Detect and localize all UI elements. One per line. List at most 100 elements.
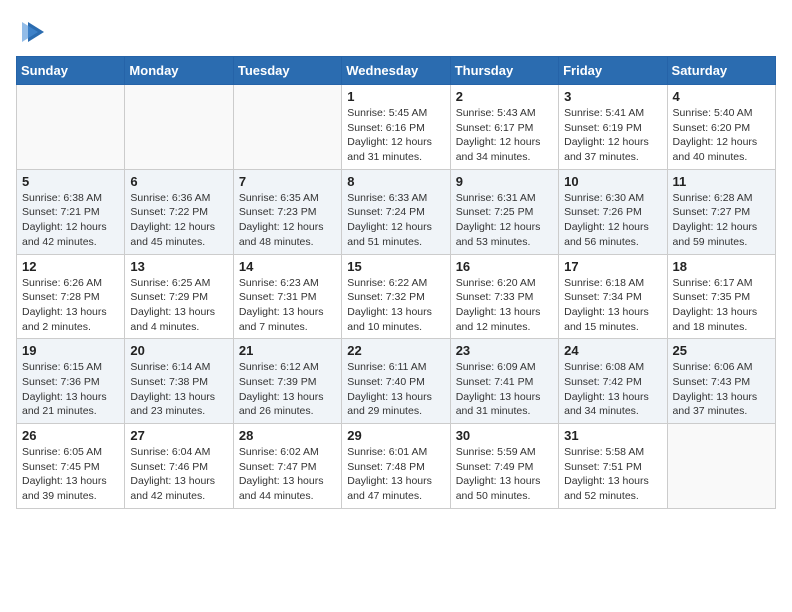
week-row-2: 5Sunrise: 6:38 AM Sunset: 7:21 PM Daylig… (17, 169, 776, 254)
day-cell: 2 Sunrise: 5:43 AM Sunset: 6:17 PM Daylig… (450, 85, 558, 170)
day-cell (667, 424, 775, 509)
day-number: 2 (456, 89, 553, 104)
week-row-3: 12 Sunrise: 6:26 AM Sunset: 7:28 PM Dayli… (17, 254, 776, 339)
weekday-header-wednesday: Wednesday (342, 57, 450, 85)
day-cell: 8 Sunrise: 6:33 AM Sunset: 7:24 PM Daylig… (342, 169, 450, 254)
day-number: 19 (22, 343, 119, 358)
weekday-header-saturday: Saturday (667, 57, 775, 85)
day-info: Sunrise: 6:15 AM Sunset: 7:36 PM Dayligh… (22, 360, 119, 419)
day-info: Sunrise: 6:23 AM Sunset: 7:31 PM Dayligh… (239, 276, 336, 335)
day-cell: 14 Sunrise: 6:23 AM Sunset: 7:31 PM Dayli… (233, 254, 341, 339)
week-row-5: 26 Sunrise: 6:05 AM Sunset: 7:45 PM Dayli… (17, 424, 776, 509)
day-number: 23 (456, 343, 553, 358)
day-info: Sunrise: 5:58 AM Sunset: 7:51 PM Dayligh… (564, 445, 661, 504)
day-cell: 20 Sunrise: 6:14 AM Sunset: 7:38 PM Dayli… (125, 339, 233, 424)
weekday-header-row: SundayMondayTuesdayWednesdayThursdayFrid… (17, 57, 776, 85)
day-number: 1 (347, 89, 444, 104)
day-cell: 7 Sunrise: 6:35 AM Sunset: 7:23 PM Daylig… (233, 169, 341, 254)
day-number: 25 (673, 343, 770, 358)
day-cell: 3 Sunrise: 5:41 AM Sunset: 6:19 PM Daylig… (559, 85, 667, 170)
day-number: 15 (347, 259, 444, 274)
day-cell: 10 Sunrise: 6:30 AM Sunset: 7:26 PM Dayli… (559, 169, 667, 254)
day-info: Sunrise: 6:26 AM Sunset: 7:28 PM Dayligh… (22, 276, 119, 335)
day-info: Sunrise: 6:22 AM Sunset: 7:32 PM Dayligh… (347, 276, 444, 335)
day-number: 4 (673, 89, 770, 104)
day-number: 20 (130, 343, 227, 358)
day-info: Sunrise: 6:31 AM Sunset: 7:25 PM Dayligh… (456, 191, 553, 250)
weekday-header-monday: Monday (125, 57, 233, 85)
day-cell: 31 Sunrise: 5:58 AM Sunset: 7:51 PM Dayli… (559, 424, 667, 509)
day-info: Sunrise: 6:01 AM Sunset: 7:48 PM Dayligh… (347, 445, 444, 504)
day-cell: 13 Sunrise: 6:25 AM Sunset: 7:29 PM Dayli… (125, 254, 233, 339)
week-row-1: 1Sunrise: 5:45 AM Sunset: 6:16 PM Daylig… (17, 85, 776, 170)
weekday-header-sunday: Sunday (17, 57, 125, 85)
day-info: Sunrise: 5:59 AM Sunset: 7:49 PM Dayligh… (456, 445, 553, 504)
day-number: 26 (22, 428, 119, 443)
day-cell (125, 85, 233, 170)
day-cell: 12 Sunrise: 6:26 AM Sunset: 7:28 PM Dayli… (17, 254, 125, 339)
day-info: Sunrise: 6:08 AM Sunset: 7:42 PM Dayligh… (564, 360, 661, 419)
day-info: Sunrise: 6:11 AM Sunset: 7:40 PM Dayligh… (347, 360, 444, 419)
day-number: 5 (22, 174, 119, 189)
day-cell: 15 Sunrise: 6:22 AM Sunset: 7:32 PM Dayli… (342, 254, 450, 339)
day-info: Sunrise: 6:35 AM Sunset: 7:23 PM Dayligh… (239, 191, 336, 250)
day-number: 16 (456, 259, 553, 274)
logo-icon (20, 18, 48, 46)
day-cell: 9 Sunrise: 6:31 AM Sunset: 7:25 PM Daylig… (450, 169, 558, 254)
day-info: Sunrise: 5:40 AM Sunset: 6:20 PM Dayligh… (673, 106, 770, 165)
day-number: 6 (130, 174, 227, 189)
day-cell: 25 Sunrise: 6:06 AM Sunset: 7:43 PM Dayli… (667, 339, 775, 424)
day-cell: 26 Sunrise: 6:05 AM Sunset: 7:45 PM Dayli… (17, 424, 125, 509)
day-info: Sunrise: 6:09 AM Sunset: 7:41 PM Dayligh… (456, 360, 553, 419)
day-number: 14 (239, 259, 336, 274)
day-cell (233, 85, 341, 170)
logo (16, 16, 48, 46)
day-cell: 18Sunrise: 6:17 AM Sunset: 7:35 PM Dayli… (667, 254, 775, 339)
day-info: Sunrise: 6:18 AM Sunset: 7:34 PM Dayligh… (564, 276, 661, 335)
day-info: Sunrise: 6:12 AM Sunset: 7:39 PM Dayligh… (239, 360, 336, 419)
day-number: 24 (564, 343, 661, 358)
day-number: 13 (130, 259, 227, 274)
day-cell: 19 Sunrise: 6:15 AM Sunset: 7:36 PM Dayli… (17, 339, 125, 424)
day-number: 8 (347, 174, 444, 189)
day-info: Sunrise: 6:17 AM Sunset: 7:35 PM Dayligh… (673, 276, 770, 335)
day-cell: 1Sunrise: 5:45 AM Sunset: 6:16 PM Daylig… (342, 85, 450, 170)
day-cell: 29Sunrise: 6:01 AM Sunset: 7:48 PM Dayli… (342, 424, 450, 509)
day-info: Sunrise: 6:05 AM Sunset: 7:45 PM Dayligh… (22, 445, 119, 504)
day-info: Sunrise: 6:06 AM Sunset: 7:43 PM Dayligh… (673, 360, 770, 419)
day-cell: 21 Sunrise: 6:12 AM Sunset: 7:39 PM Dayli… (233, 339, 341, 424)
day-cell: 11 Sunrise: 6:28 AM Sunset: 7:27 PM Dayli… (667, 169, 775, 254)
calendar: SundayMondayTuesdayWednesdayThursdayFrid… (16, 56, 776, 509)
day-cell: 30Sunrise: 5:59 AM Sunset: 7:49 PM Dayli… (450, 424, 558, 509)
header (16, 16, 776, 46)
day-info: Sunrise: 6:14 AM Sunset: 7:38 PM Dayligh… (130, 360, 227, 419)
day-info: Sunrise: 6:02 AM Sunset: 7:47 PM Dayligh… (239, 445, 336, 504)
day-number: 17 (564, 259, 661, 274)
day-number: 10 (564, 174, 661, 189)
day-number: 3 (564, 89, 661, 104)
day-number: 7 (239, 174, 336, 189)
day-info: Sunrise: 5:43 AM Sunset: 6:17 PM Dayligh… (456, 106, 553, 165)
day-info: Sunrise: 6:33 AM Sunset: 7:24 PM Dayligh… (347, 191, 444, 250)
day-cell: 6Sunrise: 6:36 AM Sunset: 7:22 PM Daylig… (125, 169, 233, 254)
day-info: Sunrise: 6:20 AM Sunset: 7:33 PM Dayligh… (456, 276, 553, 335)
day-number: 22 (347, 343, 444, 358)
day-number: 21 (239, 343, 336, 358)
page: SundayMondayTuesdayWednesdayThursdayFrid… (0, 0, 792, 612)
day-cell: 16 Sunrise: 6:20 AM Sunset: 7:33 PM Dayli… (450, 254, 558, 339)
day-number: 9 (456, 174, 553, 189)
day-cell: 17 Sunrise: 6:18 AM Sunset: 7:34 PM Dayli… (559, 254, 667, 339)
day-info: Sunrise: 6:25 AM Sunset: 7:29 PM Dayligh… (130, 276, 227, 335)
day-number: 12 (22, 259, 119, 274)
day-cell (17, 85, 125, 170)
day-number: 28 (239, 428, 336, 443)
day-cell: 22 Sunrise: 6:11 AM Sunset: 7:40 PM Dayli… (342, 339, 450, 424)
day-number: 11 (673, 174, 770, 189)
day-info: Sunrise: 5:41 AM Sunset: 6:19 PM Dayligh… (564, 106, 661, 165)
day-number: 31 (564, 428, 661, 443)
weekday-header-friday: Friday (559, 57, 667, 85)
weekday-header-tuesday: Tuesday (233, 57, 341, 85)
day-info: Sunrise: 6:30 AM Sunset: 7:26 PM Dayligh… (564, 191, 661, 250)
day-info: Sunrise: 6:28 AM Sunset: 7:27 PM Dayligh… (673, 191, 770, 250)
day-info: Sunrise: 6:04 AM Sunset: 7:46 PM Dayligh… (130, 445, 227, 504)
